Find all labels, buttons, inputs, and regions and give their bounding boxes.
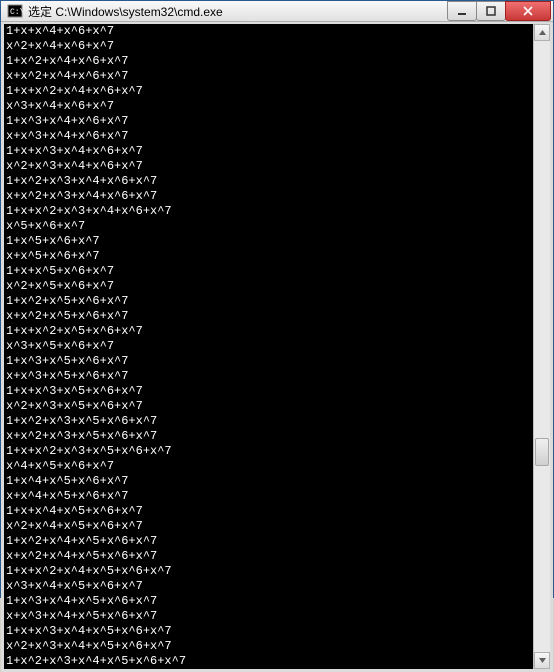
svg-text:C:\: C:\ [10, 8, 23, 17]
maximize-button[interactable] [476, 1, 506, 21]
scroll-down-button[interactable] [534, 652, 550, 669]
scrollbar-thumb[interactable] [535, 438, 549, 466]
scroll-up-button[interactable] [534, 24, 550, 41]
titlebar[interactable]: C:\ 选定 C:\Windows\system32\cmd.exe [1, 1, 553, 22]
vertical-scrollbar[interactable] [533, 24, 550, 669]
scrollbar-track[interactable] [534, 41, 550, 652]
minimize-button[interactable] [447, 1, 477, 21]
client-area: 1+x+x^4+x^6+x^7 x^2+x^4+x^6+x^7 1+x^2+x^… [1, 22, 553, 672]
app-icon: C:\ [7, 3, 23, 19]
window-title: 选定 C:\Windows\system32\cmd.exe [28, 3, 448, 20]
close-button[interactable] [505, 1, 551, 21]
cmd-window: C:\ 选定 C:\Windows\system32\cmd.exe 1+x+x… [0, 0, 554, 598]
window-controls [448, 1, 551, 21]
console-output[interactable]: 1+x+x^4+x^6+x^7 x^2+x^4+x^6+x^7 1+x^2+x^… [4, 24, 533, 669]
